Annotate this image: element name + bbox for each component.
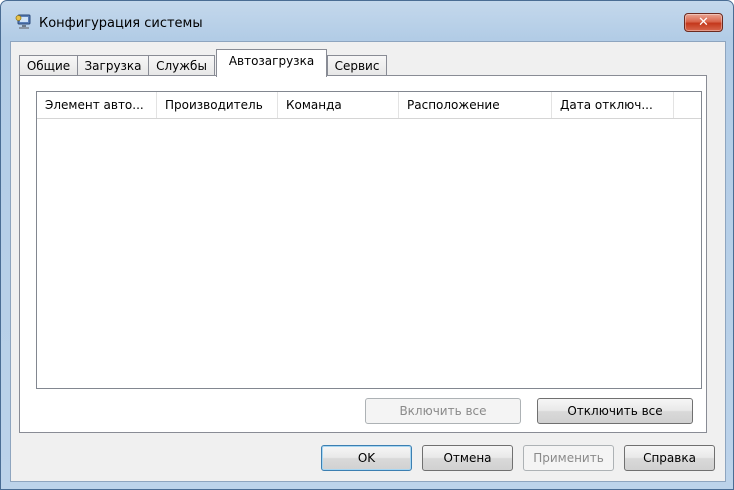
- system-configuration-window: Конфигурация системы ✕ Общие Загрузка Сл…: [0, 0, 734, 490]
- startup-tab-panel: Элемент авто... Производитель Команда Ра…: [19, 75, 707, 433]
- column-label: Элемент авто...: [45, 98, 144, 112]
- tab-label: Сервис: [334, 59, 380, 73]
- cancel-button[interactable]: Отмена: [422, 445, 513, 471]
- startup-items-list[interactable]: Элемент авто... Производитель Команда Ра…: [36, 91, 702, 389]
- ok-button[interactable]: OK: [321, 445, 412, 471]
- disable-all-button[interactable]: Отключить все: [537, 398, 693, 424]
- button-label: Применить: [533, 451, 604, 465]
- window-title: Конфигурация системы: [39, 16, 203, 31]
- tab-boot[interactable]: Загрузка: [77, 55, 149, 76]
- button-label: Справка: [643, 451, 696, 465]
- button-label: OK: [357, 451, 376, 465]
- msconfig-app-icon: [15, 14, 33, 30]
- column-header-command[interactable]: Команда: [278, 92, 399, 118]
- tab-tools[interactable]: Сервис: [327, 55, 387, 76]
- close-button[interactable]: ✕: [684, 13, 723, 32]
- enable-all-button[interactable]: Включить все: [365, 398, 521, 424]
- column-header-date-disabled[interactable]: Дата отключ...: [552, 92, 674, 118]
- column-header-manufacturer[interactable]: Производитель: [157, 92, 278, 118]
- column-header-location[interactable]: Расположение: [399, 92, 552, 118]
- title-bar[interactable]: Конфигурация системы ✕: [1, 1, 733, 41]
- column-label: Дата отключ...: [560, 98, 653, 112]
- column-header-startup-item[interactable]: Элемент авто...: [37, 92, 157, 118]
- tab-strip: Общие Загрузка Службы Автозагрузка Серви…: [19, 49, 419, 77]
- tab-label: Службы: [156, 59, 207, 73]
- button-label: Включить все: [399, 404, 487, 418]
- close-icon: ✕: [698, 15, 709, 30]
- tab-services[interactable]: Службы: [148, 55, 215, 76]
- dialog-client-area: Общие Загрузка Службы Автозагрузка Серви…: [10, 41, 726, 482]
- tab-label: Загрузка: [84, 59, 142, 73]
- tab-general[interactable]: Общие: [19, 55, 78, 76]
- help-button[interactable]: Справка: [624, 445, 715, 471]
- list-header: Элемент авто... Производитель Команда Ра…: [37, 92, 701, 119]
- tab-label: Общие: [26, 59, 71, 73]
- button-label: Отключить все: [567, 404, 663, 418]
- button-label: Отмена: [443, 451, 492, 465]
- column-label: Расположение: [407, 98, 500, 112]
- column-label: Команда: [286, 98, 342, 112]
- tab-startup[interactable]: Автозагрузка: [216, 49, 327, 77]
- tab-label: Автозагрузка: [228, 54, 315, 68]
- column-label: Производитель: [165, 98, 263, 112]
- apply-button[interactable]: Применить: [523, 445, 614, 471]
